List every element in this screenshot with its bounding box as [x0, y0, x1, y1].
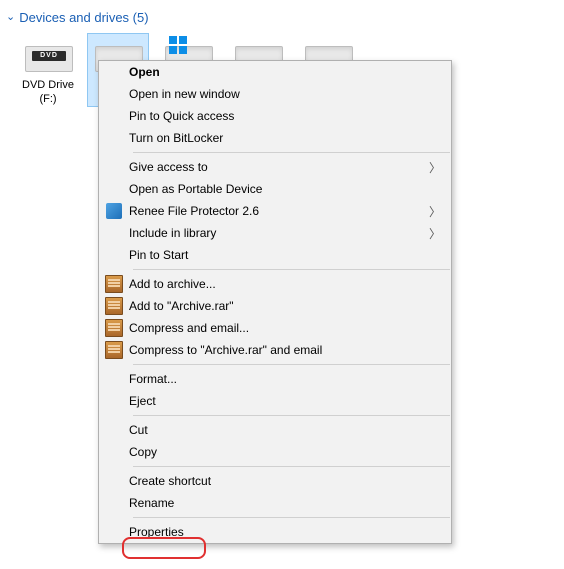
archive-icon	[105, 275, 123, 293]
menu-label: Include in library	[129, 226, 429, 240]
menu-label: Rename	[129, 496, 441, 510]
menu-label: Renee File Protector 2.6	[129, 204, 429, 218]
menu-separator	[133, 364, 450, 365]
menu-label: Compress to "Archive.rar" and email	[129, 343, 441, 357]
menu-create-shortcut[interactable]: Create shortcut	[99, 470, 451, 492]
menu-renee[interactable]: Renee File Protector 2.6 〉	[99, 200, 451, 222]
menu-label: Properties	[129, 525, 441, 539]
menu-give-access[interactable]: Give access to 〉	[99, 156, 451, 178]
chevron-right-icon: 〉	[429, 203, 441, 220]
chevron-down-icon: ⌄	[6, 12, 15, 23]
menu-open-portable[interactable]: Open as Portable Device	[99, 178, 451, 200]
menu-properties[interactable]: Properties	[99, 521, 451, 543]
drive-label: DVD Drive	[18, 78, 78, 92]
menu-compress-email[interactable]: Compress and email...	[99, 317, 451, 339]
drive-label-line2: (F:)	[18, 92, 78, 106]
menu-include-library[interactable]: Include in library 〉	[99, 222, 451, 244]
windows-logo-icon	[169, 36, 189, 56]
menu-label: Create shortcut	[129, 474, 441, 488]
menu-label: Give access to	[129, 160, 429, 174]
menu-open-new-window[interactable]: Open in new window	[99, 83, 451, 105]
context-menu: Open Open in new window Pin to Quick acc…	[98, 60, 452, 544]
menu-label: Open in new window	[129, 87, 441, 101]
menu-open[interactable]: Open	[99, 61, 451, 83]
archive-icon	[105, 341, 123, 359]
menu-separator	[133, 415, 450, 416]
menu-pin-quick-access[interactable]: Pin to Quick access	[99, 105, 451, 127]
chevron-right-icon: 〉	[429, 225, 441, 242]
menu-separator	[133, 466, 450, 467]
menu-label: Open as Portable Device	[129, 182, 441, 196]
menu-add-archive-rar[interactable]: Add to "Archive.rar"	[99, 295, 451, 317]
chevron-right-icon: 〉	[429, 159, 441, 176]
menu-add-archive[interactable]: Add to archive...	[99, 273, 451, 295]
menu-separator	[133, 517, 450, 518]
menu-label: Format...	[129, 372, 441, 386]
menu-label: Eject	[129, 394, 441, 408]
archive-icon	[105, 297, 123, 315]
drive-dvd[interactable]: DVD DVD Drive (F:)	[18, 34, 78, 106]
dvd-drive-icon: DVD	[23, 38, 73, 74]
menu-eject[interactable]: Eject	[99, 390, 451, 412]
section-header[interactable]: ⌄ Devices and drives (5)	[6, 10, 149, 25]
menu-label: Pin to Start	[129, 248, 441, 262]
menu-label: Turn on BitLocker	[129, 131, 441, 145]
menu-format[interactable]: Format...	[99, 368, 451, 390]
menu-label: Add to archive...	[129, 277, 441, 291]
renee-icon	[106, 203, 122, 219]
menu-compress-rar-email[interactable]: Compress to "Archive.rar" and email	[99, 339, 451, 361]
dvd-badge: DVD	[32, 51, 66, 61]
section-title: Devices and drives (5)	[19, 10, 148, 25]
menu-label: Pin to Quick access	[129, 109, 441, 123]
menu-copy[interactable]: Copy	[99, 441, 451, 463]
menu-rename[interactable]: Rename	[99, 492, 451, 514]
menu-pin-start[interactable]: Pin to Start	[99, 244, 451, 266]
menu-label: Cut	[129, 423, 441, 437]
menu-label: Copy	[129, 445, 441, 459]
menu-separator	[133, 269, 450, 270]
menu-separator	[133, 152, 450, 153]
menu-label: Add to "Archive.rar"	[129, 299, 441, 313]
archive-icon	[105, 319, 123, 337]
menu-bitlocker[interactable]: Turn on BitLocker	[99, 127, 451, 149]
menu-label: Open	[129, 65, 441, 79]
menu-label: Compress and email...	[129, 321, 441, 335]
menu-cut[interactable]: Cut	[99, 419, 451, 441]
